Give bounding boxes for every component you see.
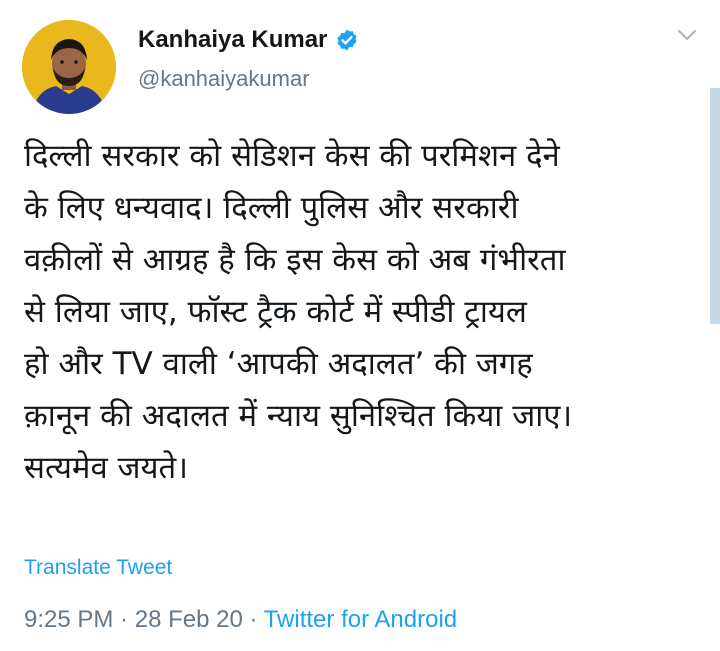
avatar-image: [22, 20, 116, 114]
tweet-card: Kanhaiya Kumar @kanhaiyakumar दिल्ली सरक…: [0, 0, 720, 651]
avatar[interactable]: [22, 20, 116, 114]
tweet-date[interactable]: 28 Feb 20: [135, 606, 243, 633]
scroll-edge-bar: [710, 88, 720, 324]
meta-separator: ·: [242, 606, 264, 633]
author-name-row[interactable]: Kanhaiya Kumar: [138, 24, 359, 56]
verified-badge-icon: [335, 28, 359, 52]
chevron-down-icon[interactable]: [676, 28, 698, 42]
tweet-meta: 9:25 PM · 28 Feb 20 · Twitter for Androi…: [24, 606, 457, 634]
author-display-name[interactable]: Kanhaiya Kumar: [138, 26, 327, 54]
tweet-text: दिल्ली सरकार को सेडिशन केस की परमिशन देन…: [24, 138, 573, 486]
tweet-source-link[interactable]: Twitter for Android: [264, 606, 457, 633]
meta-separator: ·: [113, 606, 135, 633]
author-handle[interactable]: @kanhaiyakumar: [138, 66, 310, 92]
translate-tweet-link[interactable]: Translate Tweet: [24, 556, 172, 580]
tweet-time[interactable]: 9:25 PM: [24, 606, 113, 633]
